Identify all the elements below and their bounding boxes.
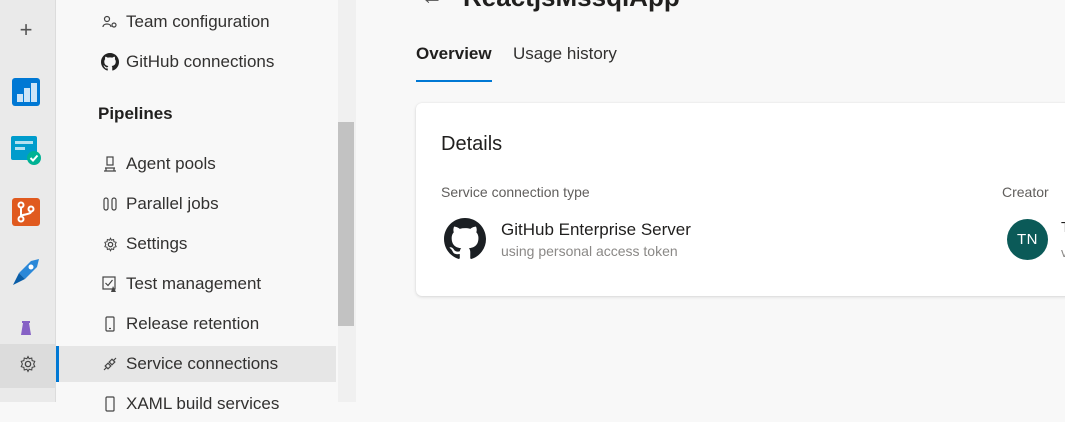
github-icon [444,218,486,260]
nav-item-label: GitHub connections [126,52,275,71]
nav-item-settings[interactable]: Settings [56,226,336,262]
boards-icon[interactable] [8,74,44,110]
nav-item-label: Service connections [126,354,279,373]
nav-item-xaml-build-services[interactable]: XAML build services [56,386,336,422]
repos-icon[interactable] [8,194,44,230]
main-content: ← ReactjsMssqlApp Overview Usage history… [357,0,1065,402]
nav-item-label: Release retention [126,314,260,333]
details-card: Details Service connection type Creator … [416,103,1065,296]
nav-group-pipelines: Pipelines [98,104,173,123]
nav-item-label: Parallel jobs [126,194,219,213]
nav-item-release-retention[interactable]: Release retention [56,306,336,342]
flask-icon[interactable] [8,310,44,346]
tab-overview[interactable]: Overview [416,44,492,82]
creator-subtext: v [1061,245,1065,260]
gear-icon [19,354,37,378]
details-title: Details [441,133,503,155]
board-check-icon[interactable] [8,132,44,168]
nav-item-test-management[interactable]: Test management [56,266,336,302]
nav-item-service-connections[interactable]: Service connections [56,346,336,382]
connection-type-name: GitHub Enterprise Server [501,220,691,239]
test-management-icon [98,275,122,293]
agent-pool-icon [98,156,122,172]
github-icon [98,53,122,71]
nav-item-agent-pools[interactable]: Agent pools [56,146,336,182]
build-icon [98,396,122,412]
pipelines-icon[interactable] [8,254,44,290]
team-config-icon [98,14,122,30]
nav-item-label: Test management [126,274,262,293]
app-rail: + [0,0,56,402]
gear-icon [98,236,122,252]
creator-label: Creator [1002,184,1049,200]
nav-scrollbar-thumb[interactable] [338,122,354,326]
nav-item-team-configuration[interactable]: Team configuration [56,4,336,40]
project-settings-button[interactable] [0,344,56,388]
nav-item-label: Team configuration [126,12,270,31]
avatar: TN [1007,219,1048,260]
back-arrow-icon[interactable]: ← [421,0,443,10]
nav-item-label: Agent pools [126,154,216,173]
creator-name: T [1061,219,1065,236]
plus-icon[interactable]: + [8,12,44,48]
parallel-jobs-icon [98,196,122,212]
plug-icon [98,356,122,372]
connection-auth-method: using personal access token [501,243,678,259]
nav-item-github-connections[interactable]: GitHub connections [56,44,336,80]
nav-item-label: Settings [126,234,188,253]
service-connection-type-label: Service connection type [441,184,590,200]
page-title: ReactjsMssqlApp [463,0,680,13]
nav-item-label: XAML build services [126,394,280,413]
phone-icon [98,315,122,333]
settings-nav: Team configuration GitHub connections Pi… [56,0,356,413]
tab-usage-history[interactable]: Usage history [513,44,617,82]
nav-item-parallel-jobs[interactable]: Parallel jobs [56,186,336,222]
